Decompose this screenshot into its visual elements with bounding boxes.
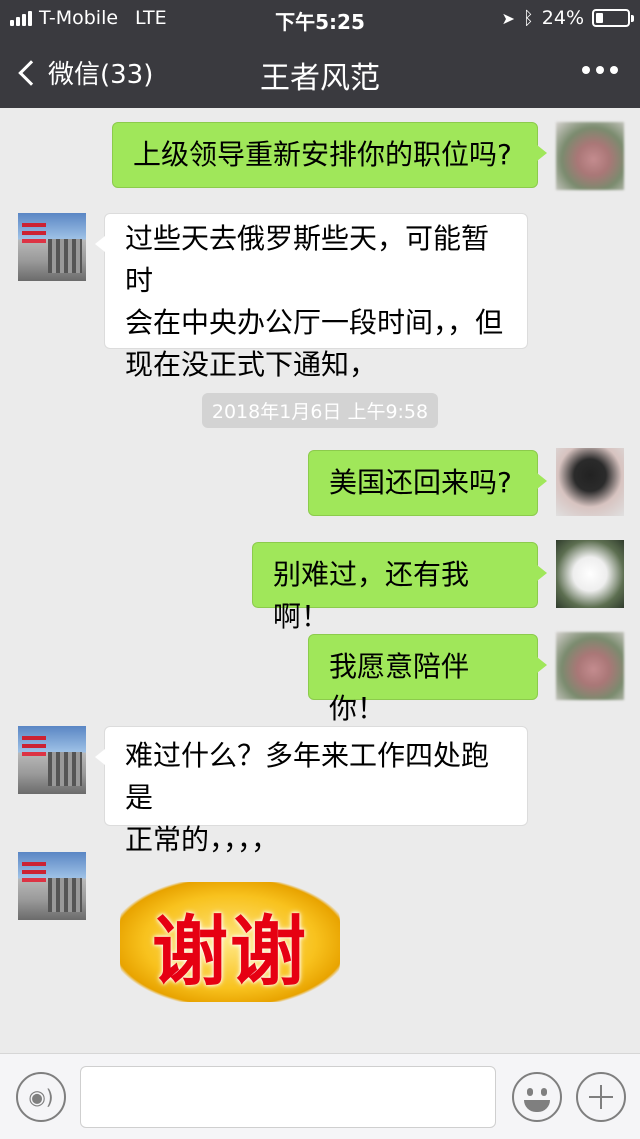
timestamp: 2018年1月6日 上午9:58 — [0, 393, 640, 428]
message-bubble-outgoing[interactable]: 我愿意陪伴你！ — [308, 634, 547, 725]
message-bubble-outgoing[interactable]: 别难过，还有我啊！ — [252, 542, 547, 633]
message-bubble-outgoing[interactable]: 美国还回来吗? — [308, 450, 547, 516]
status-bar: T-Mobile LTE 下午5:25 ➤ ᛒ 24% — [0, 0, 640, 36]
battery-percent: 24% — [541, 7, 584, 29]
plus-icon[interactable] — [576, 1072, 626, 1122]
header: T-Mobile LTE 下午5:25 ➤ ᛒ 24% 微信(33) 王者风范 — [0, 0, 640, 108]
message-text-line: 难过什么？多年来工作四处跑是 — [125, 739, 490, 814]
message-bubble-incoming[interactable]: 过些天去俄罗斯些天，可能暂时 会在中央办公厅一段时间，，但 现在没正式下通知， — [95, 213, 528, 381]
message-text: 我愿意陪伴你！ — [329, 650, 470, 725]
battery-icon — [592, 9, 634, 27]
bluetooth-icon: ᛒ — [522, 7, 534, 29]
message-text: 上级领导重新安排你的职位吗? — [133, 138, 512, 171]
message-text-line: 现在没正式下通知， — [125, 348, 378, 381]
message-bubble-incoming[interactable]: 难过什么？多年来工作四处跑是 正常的，，，， — [95, 726, 528, 856]
my-avatar[interactable] — [556, 122, 624, 190]
battery-fill — [596, 13, 604, 23]
message-text-line: 过些天去俄罗斯些天，可能暂时 — [125, 222, 490, 297]
my-avatar[interactable] — [556, 540, 624, 608]
my-avatar[interactable] — [556, 632, 624, 700]
chat-title: 王者风范 — [260, 61, 380, 96]
message-text-line: 会在中央办公厅一段时间，，但 — [125, 306, 504, 339]
message-input[interactable] — [80, 1066, 496, 1128]
contact-avatar[interactable] — [18, 726, 86, 794]
nav-bar: 微信(33) 王者风范 — [0, 36, 640, 108]
thanks-sticker[interactable]: 谢谢 — [120, 882, 340, 1002]
emoji-icon[interactable] — [512, 1072, 562, 1122]
timestamp-label: 2018年1月6日 上午9:58 — [201, 393, 439, 428]
chat-screen: T-Mobile LTE 下午5:25 ➤ ᛒ 24% 微信(33) 王者风范 — [0, 0, 640, 1139]
more-dots-icon[interactable] — [582, 66, 618, 74]
voice-icon[interactable]: ◉) — [16, 1072, 66, 1122]
contact-avatar[interactable] — [18, 213, 86, 281]
my-avatar[interactable] — [556, 448, 624, 516]
message-bubble-outgoing[interactable]: 上级领导重新安排你的职位吗? — [112, 122, 547, 188]
location-arrow-icon: ➤ — [501, 8, 515, 28]
contact-avatar[interactable] — [18, 852, 86, 920]
sticker-text: 谢谢 — [152, 907, 308, 996]
message-text-line: 正常的，，，， — [125, 823, 280, 856]
input-bar: ◉) — [0, 1053, 640, 1139]
message-text: 美国还回来吗? — [329, 466, 512, 499]
message-text: 别难过，还有我啊！ — [273, 558, 470, 633]
